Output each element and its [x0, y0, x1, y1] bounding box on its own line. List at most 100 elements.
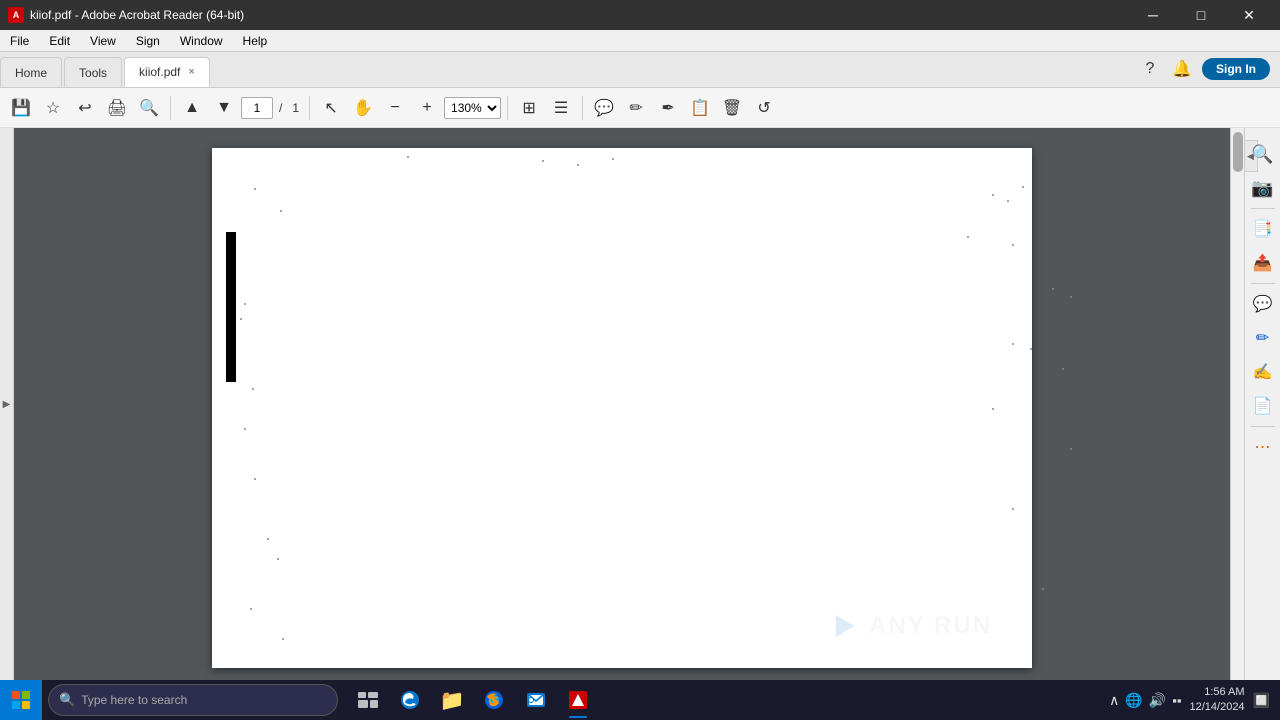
select-tool-button[interactable]: ↖ [316, 93, 346, 123]
scroll-thumb[interactable] [1233, 132, 1243, 172]
page-separator: / [275, 101, 286, 115]
right-panel-sep3 [1251, 426, 1275, 427]
taskbar-acrobat[interactable] [558, 680, 598, 720]
save-button[interactable]: 💾 [6, 93, 36, 123]
rotate-button[interactable]: ↺ [749, 93, 779, 123]
pdf-dot [240, 318, 242, 320]
taskbar-outlook[interactable] [516, 680, 556, 720]
tab-home-label: Home [15, 66, 47, 80]
anyrun-watermark: ANY RUN [827, 608, 992, 644]
sep1 [170, 96, 171, 120]
scroll-button[interactable]: ☰ [546, 93, 576, 123]
tab-document[interactable]: kiiof.pdf × [124, 57, 210, 87]
help-button[interactable]: ? [1138, 57, 1162, 81]
notification-icon[interactable]: 🔲 [1253, 692, 1270, 709]
menu-view[interactable]: View [80, 30, 126, 52]
zoom-in-button[interactable]: + [412, 93, 442, 123]
right-panel-fill-btn[interactable]: ✍ [1247, 356, 1279, 388]
pdf-dot [267, 538, 269, 540]
time-display: 1:56 AM [1190, 685, 1245, 700]
pdf-content-rect [226, 232, 236, 382]
tab-close-button[interactable]: × [188, 66, 194, 78]
right-panel-pdf-btn[interactable]: 📄 [1247, 390, 1279, 422]
print-button[interactable]: 🖨 [102, 93, 132, 123]
pdf-viewer[interactable]: ANY RUN [14, 128, 1230, 680]
anyrun-text: ANY RUN [869, 612, 992, 640]
minimize-button[interactable]: ─ [1130, 0, 1176, 30]
volume-icon[interactable]: 🔊 [1149, 692, 1166, 709]
next-page-button[interactable]: ▼ [209, 93, 239, 123]
pdf-dot [254, 478, 256, 480]
toolbar: 💾 ☆ ↩ 🖨 🔍 ▲ ▼ / 1 ↖ ✋ − + 50% 75% 100% 1… [0, 88, 1280, 128]
pdf-dot [1022, 186, 1024, 188]
maximize-button[interactable]: □ [1178, 0, 1224, 30]
taskbar-explorer[interactable]: 📁 [432, 680, 472, 720]
right-panel-sep2 [1251, 283, 1275, 284]
page-number-input[interactable] [241, 97, 273, 119]
fit-button[interactable]: ⊞ [514, 93, 544, 123]
prev-page-button[interactable]: ▲ [177, 93, 207, 123]
draw-button[interactable]: ✒ [653, 93, 683, 123]
tab-tools-label: Tools [79, 66, 107, 80]
menu-window[interactable]: Window [170, 30, 233, 52]
start-button[interactable] [0, 680, 42, 720]
right-panel-comment-btn[interactable]: 💬 [1247, 288, 1279, 320]
menu-file[interactable]: File [0, 30, 39, 52]
hand-tool-button[interactable]: ✋ [348, 93, 378, 123]
tab-right-actions: ? 🔔 Sign In [1138, 51, 1280, 87]
right-panel-organize-btn[interactable]: 📑 [1247, 213, 1279, 245]
right-panel-search-btn[interactable]: 🔍 [1247, 138, 1279, 170]
tab-home[interactable]: Home [0, 57, 62, 87]
taskbar-edge[interactable] [390, 680, 430, 720]
pdf-dot [1070, 448, 1072, 450]
zoom-out-button[interactable]: − [380, 93, 410, 123]
taskbar-task-view[interactable] [348, 680, 388, 720]
notification-button[interactable]: 🔔 [1170, 57, 1194, 81]
taskbar-apps: 📁 [348, 680, 598, 720]
menu-help[interactable]: Help [233, 30, 278, 52]
battery-icon[interactable]: ▪▪ [1172, 693, 1181, 708]
right-panel-sep1 [1251, 208, 1275, 209]
edge-icon [399, 689, 421, 711]
date-display: 12/14/2024 [1190, 700, 1245, 715]
menu-edit[interactable]: Edit [39, 30, 80, 52]
comment-button[interactable]: 💬 [589, 93, 619, 123]
menu-bar: File Edit View Sign Window Help [0, 30, 1280, 52]
taskbar-firefox[interactable] [474, 680, 514, 720]
taskbar-search-icon: 🔍 [59, 692, 75, 708]
pdf-dot [992, 194, 994, 196]
pdf-dot [612, 158, 614, 160]
menu-sign[interactable]: Sign [126, 30, 170, 52]
right-panel-edit-btn[interactable]: ✏ [1247, 322, 1279, 354]
page-navigation: / 1 [241, 97, 303, 119]
right-panel-more-btn[interactable]: ⋯ [1247, 431, 1279, 463]
pdf-dot [1007, 200, 1009, 202]
back-button[interactable]: ↩ [70, 93, 100, 123]
pdf-dot [277, 558, 279, 560]
windows-logo-icon [11, 690, 31, 710]
delete-button[interactable]: 🗑 [717, 93, 747, 123]
highlight-button[interactable]: ✏ [621, 93, 651, 123]
network-icon[interactable]: 🌐 [1125, 692, 1142, 709]
left-panel-toggle[interactable]: ▶ [0, 128, 14, 680]
taskbar-search-box[interactable]: 🔍 Type here to search [48, 684, 338, 716]
pdf-dot [244, 428, 246, 430]
vertical-scrollbar[interactable] [1230, 128, 1244, 680]
tray-arrow-icon[interactable]: ∧ [1109, 692, 1119, 709]
right-panel-scan-btn[interactable]: 📷 [1247, 172, 1279, 204]
pdf-dot [1012, 244, 1014, 246]
close-button[interactable]: ✕ [1226, 0, 1272, 30]
sign-in-button[interactable]: Sign In [1202, 58, 1270, 80]
zoom-select[interactable]: 50% 75% 100% 130% 150% 200% [444, 97, 501, 119]
stamp-button[interactable]: 📋 [685, 93, 715, 123]
tab-tools[interactable]: Tools [64, 57, 122, 87]
pdf-dot [1062, 368, 1064, 370]
system-clock[interactable]: 1:56 AM 12/14/2024 [1190, 685, 1245, 716]
pdf-dot [252, 388, 254, 390]
sep3 [507, 96, 508, 120]
find-button[interactable]: 🔍 [134, 93, 164, 123]
right-panel-export-btn[interactable]: 📤 [1247, 247, 1279, 279]
right-panel: ◀ 🔍 📷 📑 📤 💬 ✏ ✍ 📄 ⋯ [1244, 128, 1280, 680]
bookmark-button[interactable]: ☆ [38, 93, 68, 123]
main-area: ▶ [0, 128, 1280, 680]
